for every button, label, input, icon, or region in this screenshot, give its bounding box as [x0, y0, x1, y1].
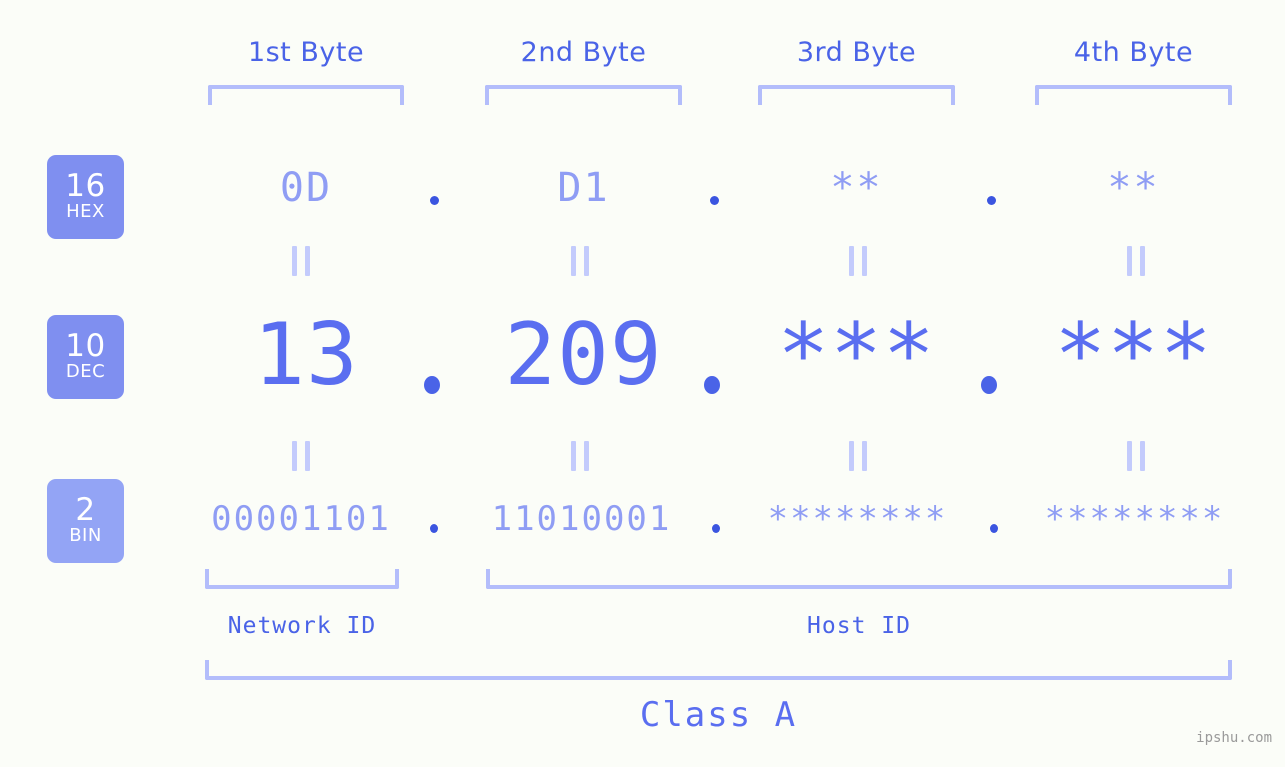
dec-separator-2 [704, 376, 720, 394]
bin-octet-2: 11010001 [491, 499, 672, 539]
byte-bracket-3 [758, 85, 955, 105]
dec-separator-1 [424, 376, 440, 394]
byte-header-2: 2nd Byte [520, 37, 647, 68]
class-bracket [205, 660, 1232, 680]
hex-separator-1 [430, 196, 439, 205]
byte-header-1: 1st Byte [247, 37, 365, 68]
byte-header-4: 4th Byte [1073, 37, 1194, 68]
hex-octet-3: ** [830, 165, 883, 211]
base-badge-bin-label: BIN [69, 525, 102, 547]
equivalence-mark-hex-dec-2 [571, 246, 589, 276]
dec-octet-3: *** [777, 305, 936, 405]
bin-separator-1 [430, 524, 438, 533]
base-badge-dec-number: 10 [65, 328, 106, 365]
bin-separator-2 [712, 524, 720, 533]
bin-octet-4: ******** [1044, 499, 1225, 539]
base-badge-hex: 16 HEX [47, 155, 124, 239]
equivalence-mark-hex-dec-1 [292, 246, 310, 276]
equivalence-mark-hex-dec-4 [1127, 246, 1145, 276]
host-id-bracket [486, 569, 1232, 589]
base-badge-dec: 10 DEC [47, 315, 124, 399]
bin-octet-3: ******** [767, 499, 948, 539]
equivalence-mark-dec-bin-4 [1127, 441, 1145, 471]
dec-octet-1: 13 [253, 305, 359, 405]
bin-separator-3 [990, 524, 998, 533]
equivalence-mark-dec-bin-1 [292, 441, 310, 471]
class-label: Class A [639, 695, 798, 735]
network-id-label: Network ID [227, 613, 377, 639]
hex-separator-3 [987, 196, 996, 205]
dec-separator-3 [981, 376, 997, 394]
hex-octet-4: ** [1107, 165, 1160, 211]
byte-bracket-2 [485, 85, 682, 105]
hex-octet-2: D1 [557, 165, 610, 211]
base-badge-hex-label: HEX [66, 201, 105, 223]
base-badge-bin-number: 2 [75, 492, 96, 529]
base-badge-dec-label: DEC [65, 361, 106, 383]
byte-bracket-4 [1035, 85, 1232, 105]
byte-bracket-1 [208, 85, 404, 105]
site-watermark: ipshu.com [1196, 730, 1272, 746]
dec-octet-4: *** [1054, 305, 1213, 405]
hex-octet-1: 0D [279, 165, 333, 211]
network-id-bracket [205, 569, 399, 589]
base-badge-bin: 2 BIN [47, 479, 124, 563]
host-id-label: Host ID [807, 613, 911, 639]
hex-separator-2 [710, 196, 719, 205]
bin-octet-1: 00001101 [211, 499, 391, 539]
dec-octet-2: 209 [504, 305, 663, 405]
equivalence-mark-hex-dec-3 [849, 246, 867, 276]
equivalence-mark-dec-bin-3 [849, 441, 867, 471]
ip-address-breakdown-diagram: 1st Byte 2nd Byte 3rd Byte 4th Byte 16 H… [0, 0, 1285, 767]
byte-header-3: 3rd Byte [796, 37, 917, 68]
base-badge-hex-number: 16 [65, 168, 106, 205]
equivalence-mark-dec-bin-2 [571, 441, 589, 471]
